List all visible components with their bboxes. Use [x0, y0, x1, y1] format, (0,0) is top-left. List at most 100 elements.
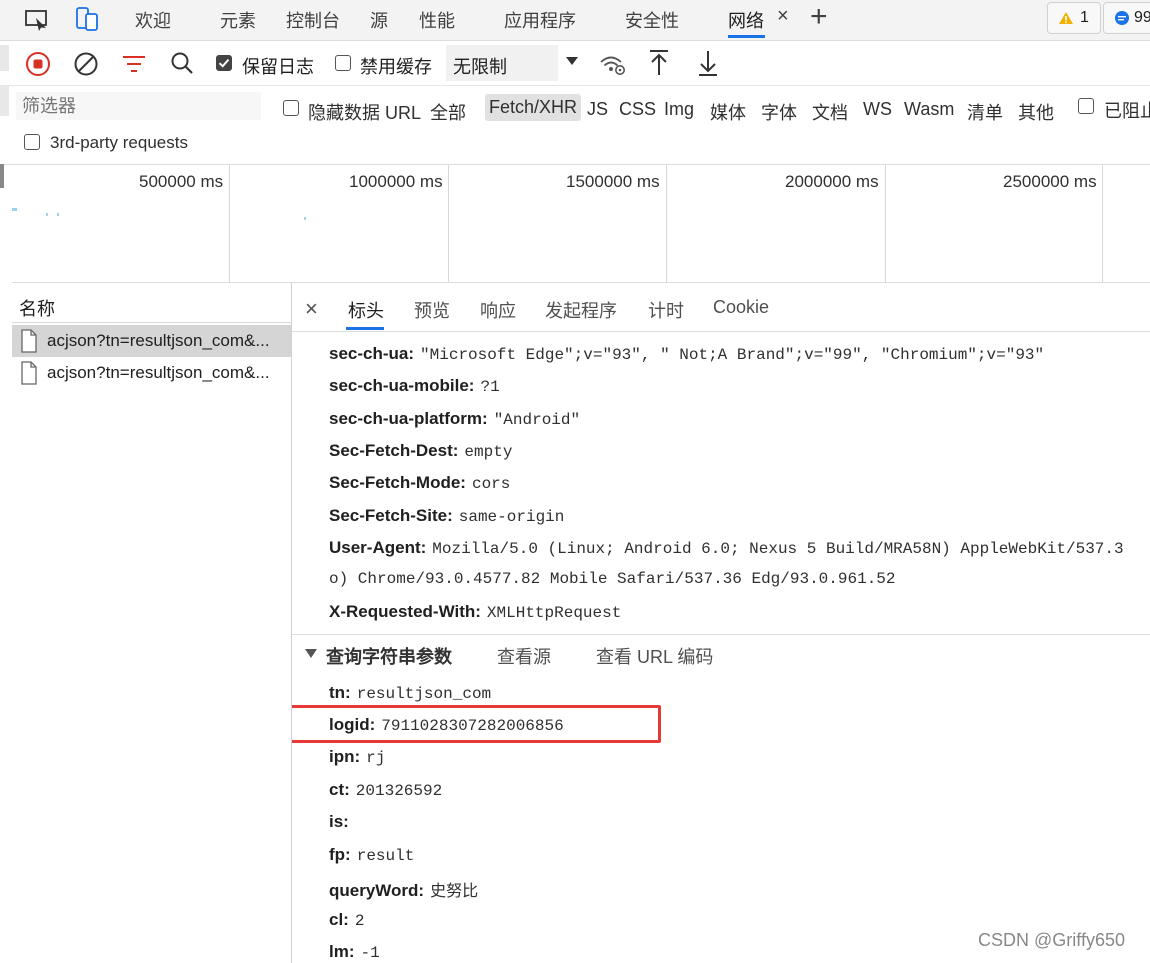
query-param-row: ipn: rj [329, 747, 385, 767]
filter-type-manifest[interactable]: 清单 [967, 99, 1003, 125]
section-divider [292, 634, 1150, 635]
param-value: 史努比 [430, 881, 479, 900]
filter-type-all[interactable]: 全部 [430, 99, 466, 125]
network-conditions-icon[interactable] [599, 53, 627, 77]
close-tab-icon[interactable]: × [777, 5, 789, 28]
param-key: lm: [329, 942, 355, 961]
toolbar-left-edge [0, 45, 9, 71]
disable-cache-checkbox[interactable] [335, 55, 351, 71]
query-params-title[interactable]: 查询字符串参数 [326, 643, 452, 669]
param-key: queryWord: [329, 881, 425, 900]
triangle-down-icon[interactable] [305, 649, 317, 659]
third-party-label[interactable]: 3rd-party requests [50, 133, 188, 153]
tab-cookies[interactable]: Cookie [713, 297, 769, 318]
network-toolbar: 保留日志 禁用缓存 无限制 [0, 41, 1150, 86]
param-key: tn: [329, 683, 351, 702]
device-toolbar-icon[interactable] [74, 6, 100, 32]
overview-tick-label: 1000000 ms [349, 172, 443, 191]
overview-gridline [448, 164, 449, 282]
request-row[interactable]: acjson?tn=resultjson_com&... [12, 325, 291, 357]
header-key: Sec-Fetch-Dest: [329, 441, 459, 460]
query-param-row: tn: resultjson_com [329, 683, 491, 703]
tab-initiator[interactable]: 发起程序 [545, 297, 617, 323]
network-overview[interactable]: 500000 ms 1000000 ms 1500000 ms 2000000 … [0, 164, 1150, 283]
header-row: User-Agent: Mozilla/5.0 (Linux; Android 6… [329, 538, 1124, 558]
filter-icon[interactable] [121, 53, 147, 75]
param-value: rj [366, 749, 386, 767]
list-header-divider [12, 322, 291, 323]
add-tab-icon[interactable]: + [810, 0, 828, 34]
import-har-icon[interactable] [648, 49, 670, 77]
param-value: 201326592 [355, 782, 443, 800]
query-param-row: fp: result [329, 845, 414, 865]
filter-type-other[interactable]: 其他 [1018, 99, 1054, 125]
tab-performance[interactable]: 性能 [419, 7, 455, 33]
tab-preview[interactable]: 预览 [414, 297, 450, 323]
hide-data-url-label[interactable]: 隐藏数据 URL [308, 99, 421, 125]
export-har-icon[interactable] [697, 49, 719, 77]
overview-tick-label: 1500000 ms [566, 172, 660, 191]
tab-security[interactable]: 安全性 [625, 7, 679, 33]
filter-type-fetch-xhr[interactable]: Fetch/XHR [485, 94, 582, 121]
view-url-encoded-link[interactable]: 查看 URL 编码 [596, 643, 713, 669]
header-row-continuation: o) Chrome/93.0.4577.82 Mobile Safari/537… [329, 570, 896, 588]
param-key: fp: [329, 845, 351, 864]
record-stop-icon[interactable] [25, 51, 51, 77]
view-source-link[interactable]: 查看源 [497, 643, 551, 669]
filter-type-js[interactable]: JS [587, 99, 608, 120]
preserve-log-label[interactable]: 保留日志 [242, 53, 314, 79]
throttling-select[interactable]: 无限制 [446, 45, 558, 81]
overview-left-handle[interactable] [0, 164, 4, 188]
header-value: Mozilla/5.0 (Linux; Android 6.0; Nexus 5… [432, 540, 1124, 558]
search-icon[interactable] [170, 51, 194, 75]
document-icon [20, 361, 38, 385]
filter-type-media[interactable]: 媒体 [710, 99, 746, 125]
tab-network[interactable]: 网络 [728, 7, 764, 33]
overview-request-mark [46, 213, 48, 216]
filter-type-wasm[interactable]: Wasm [904, 99, 954, 120]
filter-input[interactable] [16, 92, 261, 120]
query-param-row: ct: 201326592 [329, 780, 442, 800]
filter-type-css[interactable]: CSS [619, 99, 656, 120]
filter-type-ws[interactable]: WS [863, 99, 892, 120]
name-column-header[interactable]: 名称 [19, 295, 55, 321]
inspect-element-icon[interactable] [24, 8, 50, 32]
tab-elements[interactable]: 元素 [220, 7, 256, 33]
clear-icon[interactable] [73, 51, 99, 77]
tab-headers[interactable]: 标头 [348, 297, 384, 323]
blocked-requests-label[interactable]: 已阻止 [1104, 97, 1150, 123]
tab-timing[interactable]: 计时 [648, 297, 684, 323]
devtools-tab-bar: 欢迎 元素 控制台 源 性能 应用程序 安全性 网络 × + 1 99 [0, 0, 1150, 41]
messages-badge[interactable]: 99 [1103, 2, 1150, 34]
query-param-row: is: [329, 812, 355, 832]
tab-console[interactable]: 控制台 [286, 7, 340, 33]
tab-response[interactable]: 响应 [480, 297, 516, 323]
preserve-log-checkbox[interactable] [216, 55, 232, 71]
header-row: Sec-Fetch-Dest: empty [329, 441, 512, 461]
document-icon [20, 329, 38, 353]
third-party-checkbox[interactable] [24, 134, 40, 150]
active-tab-indicator [728, 35, 765, 38]
param-value: resultjson_com [356, 685, 492, 703]
header-value: ?1 [480, 378, 500, 396]
tab-application[interactable]: 应用程序 [504, 7, 576, 33]
warnings-count: 1 [1080, 9, 1089, 26]
blocked-requests-checkbox[interactable] [1078, 98, 1094, 114]
header-row: X-Requested-With: XMLHttpRequest [329, 602, 621, 622]
overview-tick-label: 2000000 ms [785, 172, 879, 191]
filter-type-font[interactable]: 字体 [761, 99, 797, 125]
param-value: 2 [354, 912, 365, 930]
filter-type-doc[interactable]: 文档 [812, 99, 848, 125]
chevron-down-icon[interactable] [565, 56, 579, 66]
disable-cache-label[interactable]: 禁用缓存 [360, 53, 432, 79]
header-key: sec-ch-ua-platform: [329, 409, 488, 428]
tab-sources[interactable]: 源 [370, 7, 388, 33]
close-details-icon[interactable]: × [305, 296, 318, 322]
filter-type-img[interactable]: Img [664, 99, 694, 120]
request-row[interactable]: acjson?tn=resultjson_com&... [12, 357, 291, 389]
warnings-badge[interactable]: 1 [1047, 2, 1101, 34]
hide-data-url-checkbox[interactable] [283, 100, 299, 116]
tab-welcome[interactable]: 欢迎 [135, 7, 171, 33]
query-param-row: queryWord: 史努比 [329, 877, 478, 901]
filter-bar: 隐藏数据 URL 全部 Fetch/XHR JS CSS Img 媒体 字体 文… [0, 86, 1150, 165]
